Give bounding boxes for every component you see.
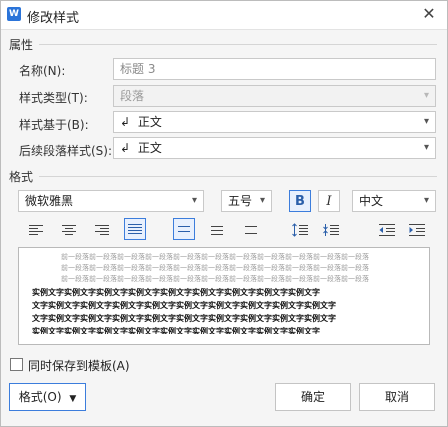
align-right-button[interactable] <box>91 219 113 241</box>
ok-button[interactable]: 确定 <box>275 383 351 411</box>
double-spacing-button[interactable] <box>240 219 262 241</box>
one-half-spacing-icon <box>211 226 223 235</box>
modify-style-dialog: W 修改样式 ✕ 属性 名称(N): 标题 3 样式类型(T): 段落 ▾ 样式… <box>0 0 448 427</box>
bold-icon: B <box>295 193 305 209</box>
chevron-down-icon: ▾ <box>259 195 265 206</box>
font-family-value: 微软雅黑 <box>25 194 74 208</box>
increase-indent-button[interactable] <box>406 219 428 241</box>
ok-button-label: 确定 <box>300 390 325 404</box>
name-label: 名称(N): <box>19 64 66 78</box>
name-input[interactable]: 标题 3 <box>113 58 436 80</box>
style-type-label: 样式类型(T): <box>19 91 88 105</box>
name-value: 标题 3 <box>120 62 156 76</box>
return-icon: ↲ <box>120 115 131 129</box>
format-menu-button[interactable]: 格式(O) ▼ <box>9 383 86 411</box>
based-on-label: 样式基于(B): <box>19 118 89 132</box>
double-spacing-icon <box>245 226 257 234</box>
align-center-icon <box>62 225 76 235</box>
preview-sample-line: 实例文字实例文字实例文字实例文字实例文字实例文字实例文字实例文字实例文字 <box>32 327 320 334</box>
style-type-value: 段落 <box>120 89 145 103</box>
format-button-label: 格式(O) <box>18 390 62 404</box>
chevron-down-icon: ▾ <box>423 116 429 127</box>
cancel-button-label: 取消 <box>384 390 409 404</box>
align-left-icon <box>29 225 43 235</box>
chevron-down-icon: ▾ <box>191 195 197 206</box>
section-divider <box>39 176 437 177</box>
return-icon: ↲ <box>120 141 131 155</box>
next-style-select[interactable]: ↲ 正文 ▾ <box>113 137 436 159</box>
align-left-button[interactable] <box>25 219 47 241</box>
preview-sample-line: 文字实例文字实例文字实例文字实例文字实例文字实例文字实例文字实例文字实例文字 <box>32 314 336 323</box>
based-on-select[interactable]: ↲ 正文 ▾ <box>113 111 436 133</box>
close-icon[interactable]: ✕ <box>419 4 439 24</box>
next-style-label: 后续段落样式(S): <box>19 144 113 158</box>
italic-icon: I <box>326 193 332 209</box>
font-family-select[interactable]: 微软雅黑 ▾ <box>18 190 204 212</box>
increase-paragraph-spacing-button[interactable] <box>289 219 311 241</box>
dialog-title: 修改样式 <box>27 11 80 26</box>
save-to-template-checkbox[interactable] <box>10 358 23 371</box>
language-select[interactable]: 中文 ▾ <box>352 190 436 212</box>
title-bar: W 修改样式 ✕ <box>1 1 447 30</box>
font-size-select[interactable]: 五号 ▾ <box>221 190 272 212</box>
italic-button[interactable]: I <box>318 190 340 212</box>
next-style-value: 正文 <box>137 141 162 155</box>
cancel-button[interactable]: 取消 <box>359 383 435 411</box>
decrease-spacing-icon <box>323 224 339 236</box>
increase-indent-icon <box>409 224 425 236</box>
single-spacing-button[interactable] <box>173 218 195 240</box>
wps-app-icon: W <box>7 7 21 21</box>
increase-spacing-icon <box>292 223 308 237</box>
section-divider <box>39 44 437 45</box>
decrease-paragraph-spacing-button[interactable] <box>320 219 342 241</box>
preview-previous-paragraph-line: 前一段落前一段落前一段落前一段落前一段落前一段落前一段落前一段落前一段落前一段落… <box>61 264 369 272</box>
save-to-template-label[interactable]: 同时保存到模板(A) <box>28 357 130 374</box>
caret-down-icon: ▼ <box>69 394 77 404</box>
preview-previous-paragraph-line: 前一段落前一段落前一段落前一段落前一段落前一段落前一段落前一段落前一段落前一段落… <box>61 275 369 283</box>
font-size-value: 五号 <box>228 194 253 208</box>
bold-button[interactable]: B <box>289 190 311 212</box>
preview-sample-line: 实例文字实例文字实例文字实例文字实例文字实例文字实例文字实例文字实例文字 <box>32 288 320 297</box>
decrease-indent-icon <box>379 224 395 236</box>
align-justify-icon <box>128 224 142 234</box>
chevron-down-icon: ▾ <box>423 142 429 153</box>
align-right-icon <box>95 225 109 235</box>
style-preview: 前一段落前一段落前一段落前一段落前一段落前一段落前一段落前一段落前一段落前一段落… <box>18 247 430 345</box>
format-section-title: 格式 <box>9 170 34 184</box>
decrease-indent-button[interactable] <box>376 219 398 241</box>
language-value: 中文 <box>359 194 384 208</box>
align-center-button[interactable] <box>58 219 80 241</box>
properties-section-title: 属性 <box>9 38 34 52</box>
single-spacing-icon <box>178 226 190 232</box>
chevron-down-icon: ▾ <box>423 90 429 101</box>
preview-previous-paragraph-line: 前一段落前一段落前一段落前一段落前一段落前一段落前一段落前一段落前一段落前一段落… <box>61 253 369 261</box>
based-on-value: 正文 <box>137 115 162 129</box>
align-justify-button[interactable] <box>124 218 146 240</box>
one-half-spacing-button[interactable] <box>206 219 228 241</box>
preview-sample-line: 文字实例文字实例文字实例文字实例文字实例文字实例文字实例文字实例文字实例文字 <box>32 301 336 310</box>
chevron-down-icon: ▾ <box>423 195 429 206</box>
style-type-select: 段落 ▾ <box>113 85 436 107</box>
